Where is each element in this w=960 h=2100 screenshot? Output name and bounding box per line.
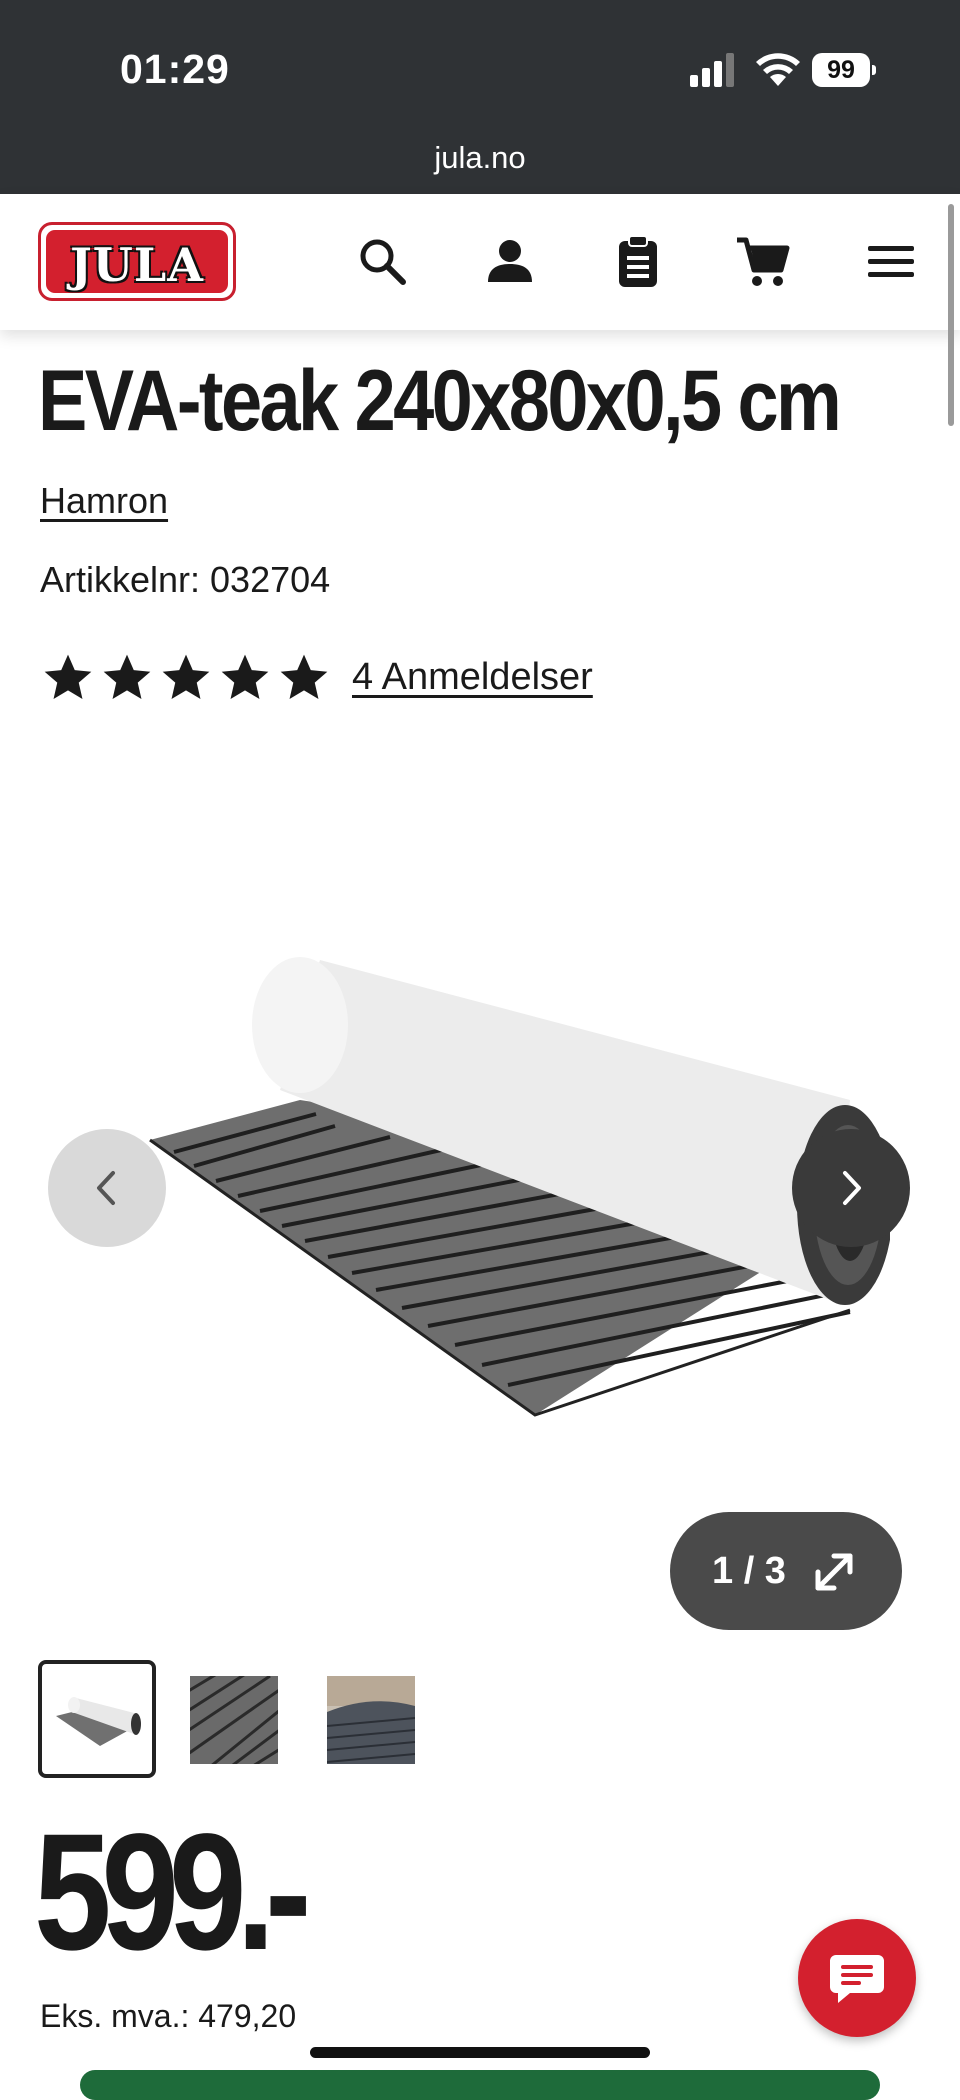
clock: 01:29: [120, 46, 230, 92]
thumbnail-image: [190, 1676, 278, 1764]
star-icon: [103, 654, 151, 699]
page-scrollbar[interactable]: [948, 204, 954, 426]
price-ex-vat: Eks. mva.: 479,20: [40, 1998, 297, 2034]
rating-stars[interactable]: [40, 650, 335, 706]
product-image[interactable]: [130, 940, 890, 1420]
search-icon[interactable]: [355, 234, 411, 290]
product-price: 599.-: [34, 1800, 312, 1985]
address-bar-url[interactable]: jula.no: [0, 140, 960, 176]
thumbnail-3[interactable]: [315, 1660, 433, 1778]
chat-bubble-icon: [830, 1955, 884, 2003]
add-to-cart-button[interactable]: [80, 2070, 880, 2100]
chat-button[interactable]: [798, 1919, 916, 2037]
thumbnail-image: [327, 1676, 415, 1764]
account-icon[interactable]: [482, 234, 538, 290]
star-icon: [221, 654, 269, 699]
site-header: JULA: [0, 194, 960, 330]
thumbnail-image: [56, 1697, 141, 1746]
previous-image-button[interactable]: [48, 1129, 166, 1247]
product-title: EVA-teak 240x80x0,5 cm: [38, 353, 842, 449]
clipboard-icon[interactable]: [610, 234, 666, 290]
jula-logo[interactable]: JULA: [38, 222, 236, 301]
chevron-right-icon: [843, 1171, 861, 1205]
star-icon: [162, 654, 210, 699]
image-counter: 1 / 3: [712, 1550, 786, 1592]
expand-icon: [815, 1553, 853, 1591]
chevron-left-icon: [97, 1171, 115, 1205]
reviews-link[interactable]: 4 Anmeldelser: [352, 656, 593, 699]
wifi-icon: [756, 53, 800, 86]
battery-icon: 99: [812, 53, 876, 87]
next-image-button[interactable]: [792, 1129, 910, 1247]
home-indicator: [310, 2047, 650, 2058]
brand-link[interactable]: Hamron: [40, 480, 168, 522]
star-icon: [280, 654, 328, 699]
thumbnail-1[interactable]: [38, 1660, 156, 1778]
image-counter-expand-button[interactable]: 1 / 3: [670, 1512, 902, 1630]
cellular-signal-icon: [690, 53, 734, 87]
thumbnail-2[interactable]: [178, 1660, 296, 1778]
star-icon: [44, 654, 92, 699]
article-number: Artikkelnr: 032704: [40, 559, 331, 600]
cart-icon[interactable]: [735, 234, 791, 290]
browser-status-bar: 01:29 99 jula.no: [0, 0, 960, 194]
menu-icon[interactable]: [864, 234, 920, 290]
